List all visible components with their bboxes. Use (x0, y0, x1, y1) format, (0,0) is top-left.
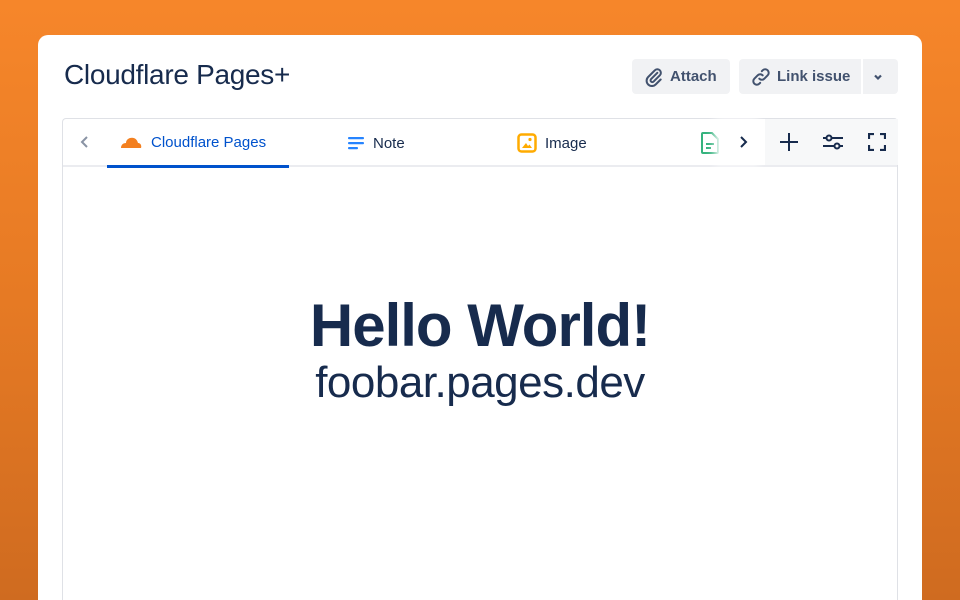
settings-button[interactable] (811, 119, 855, 165)
chevron-left-icon (80, 136, 88, 148)
tab-note[interactable]: Note (347, 119, 405, 167)
chevron-right-icon (740, 136, 748, 148)
scroll-right-button[interactable] (721, 119, 765, 165)
link-issue-button[interactable]: Link issue (739, 59, 861, 94)
tab-cloudflare-pages[interactable]: Cloudflare Pages (107, 119, 289, 168)
preview-content: Hello World! foobar.pages.dev (63, 167, 897, 408)
tab-label: Cloudflare Pages (151, 133, 267, 151)
tab-image[interactable]: Image (517, 119, 587, 167)
card: Cloudflare Pages+ Attach Link issue Clou… (38, 35, 922, 600)
document-icon (701, 132, 719, 154)
attachment-panel: Cloudflare Pages Note Image Hello World!… (62, 118, 898, 600)
sliders-icon (823, 134, 843, 150)
tab-label: Note (373, 134, 405, 152)
link-icon (752, 67, 770, 86)
paperclip-icon (645, 67, 662, 87)
fullscreen-button[interactable] (855, 119, 899, 165)
chevron-down-icon (873, 74, 882, 80)
tab-label: Image (545, 134, 587, 152)
cloudflare-icon (121, 137, 142, 148)
toolbar (765, 119, 898, 165)
page-title: Cloudflare Pages+ (64, 59, 291, 90)
fullscreen-icon (868, 133, 886, 151)
image-icon (517, 133, 537, 153)
plus-icon (780, 133, 798, 151)
tab-bar: Cloudflare Pages Note Image (63, 119, 898, 168)
scroll-left-button[interactable] (73, 119, 97, 165)
add-button[interactable] (767, 119, 811, 165)
more-dropdown-button[interactable] (863, 59, 898, 94)
preview-heading: Hello World! (309, 292, 651, 359)
attach-label: Attach (670, 68, 717, 85)
link-issue-label: Link issue (777, 68, 851, 85)
preview-url: foobar.pages.dev (315, 358, 645, 407)
attach-button[interactable]: Attach (632, 59, 730, 94)
note-icon (348, 137, 364, 150)
